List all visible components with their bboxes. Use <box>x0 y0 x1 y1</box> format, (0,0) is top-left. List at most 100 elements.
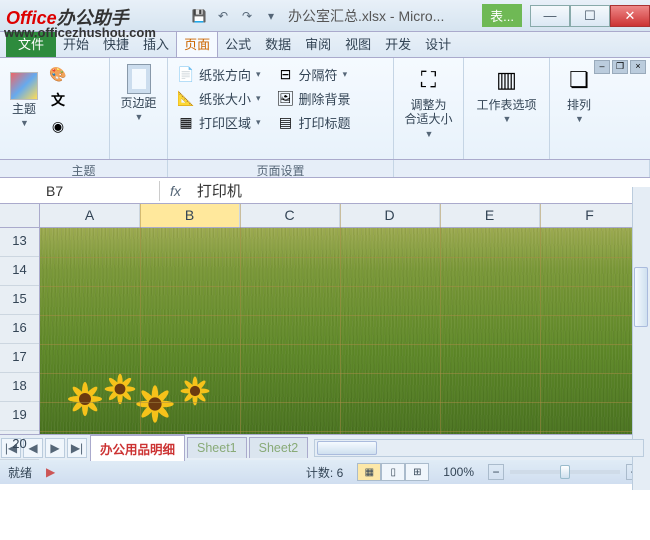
col-header[interactable]: C <box>240 204 340 227</box>
margins-icon <box>127 64 151 94</box>
ribbon: 主题 ▼ 🎨 文 ◉ 页边距 ▼ 📄纸张方向▾ 📐纸张大小▾ ▦打印区域▾ ⊟分 <box>0 58 650 160</box>
row-header[interactable]: 17 <box>0 344 39 373</box>
macro-record-icon[interactable]: ▶ <box>46 465 55 479</box>
wb-restore[interactable]: ❐ <box>612 60 628 74</box>
chevron-down-icon: ▼ <box>503 114 512 124</box>
view-normal-button[interactable]: ▦ <box>357 463 381 481</box>
name-box[interactable]: B7 <box>40 181 160 201</box>
group-label-page-setup: 页面设置 <box>168 160 394 177</box>
group-themes: 主题 ▼ 🎨 文 ◉ <box>0 58 110 159</box>
grid-cells[interactable]: A B C D E F <box>40 204 650 434</box>
status-ready: 就绪 <box>8 464 32 481</box>
col-header-selected[interactable]: B <box>140 204 240 227</box>
themes-icon <box>10 72 38 100</box>
orientation-button[interactable]: 📄纸张方向▾ <box>174 62 264 86</box>
print-area-button[interactable]: ▦打印区域▾ <box>174 110 264 134</box>
col-header[interactable]: F <box>540 204 640 227</box>
status-count: 计数: 6 <box>306 464 343 481</box>
themes-button[interactable]: 主题 ▼ <box>6 70 42 130</box>
fit-icon: ⛶ <box>413 64 445 96</box>
close-button[interactable]: ✕ <box>610 5 650 27</box>
breaks-icon: ⊟ <box>277 65 295 83</box>
tab-design[interactable]: 设计 <box>418 30 458 57</box>
chevron-down-icon: ▼ <box>575 114 584 124</box>
row-header[interactable]: 19 <box>0 402 39 431</box>
sunflower-icon <box>139 388 172 421</box>
tab-pagelayout[interactable]: 页面 <box>176 29 218 57</box>
zoom-slider[interactable] <box>510 470 620 474</box>
tab-review[interactable]: 审阅 <box>298 30 338 57</box>
sunflower-icon <box>107 376 134 403</box>
tab-data[interactable]: 数据 <box>258 30 298 57</box>
scrollbar-thumb[interactable] <box>317 441 377 455</box>
qat-dropdown-icon[interactable]: ▾ <box>262 7 280 25</box>
zoom-level[interactable]: 100% <box>443 465 474 479</box>
zoom-slider-thumb[interactable] <box>560 465 570 479</box>
theme-colors-button[interactable]: 🎨 <box>46 62 70 86</box>
row-header[interactable]: 18 <box>0 373 39 402</box>
row-header[interactable]: 16 <box>0 315 39 344</box>
theme-fonts-button[interactable]: 文 <box>46 88 70 112</box>
select-all-corner[interactable] <box>0 204 39 228</box>
formula-bar: B7 fx 打印机 <box>0 178 650 204</box>
col-header[interactable]: A <box>40 204 140 227</box>
group-label-themes: 主题 <box>0 160 168 177</box>
print-titles-button[interactable]: ▤打印标题 <box>274 110 354 134</box>
fx-icon[interactable]: fx <box>160 183 191 199</box>
group-sheet-options: ▥ 工作表选项 ▼ <box>464 58 550 159</box>
view-page-layout-button[interactable]: ▯ <box>381 463 405 481</box>
sheet-nav-last[interactable]: ▶| <box>67 438 87 458</box>
group-margins: 页边距 ▼ <box>110 58 168 159</box>
size-button[interactable]: 📐纸张大小▾ <box>174 86 264 110</box>
ribbon-group-labels: 主题 页面设置 <box>0 160 650 178</box>
col-header[interactable]: D <box>340 204 440 227</box>
quick-access-toolbar: 💾 ↶ ↷ ▾ <box>190 7 280 25</box>
sheet-tab-active[interactable]: 办公用品明细 <box>90 435 185 461</box>
sheet-nav-next[interactable]: ▶ <box>45 438 65 458</box>
sheet-tab[interactable]: Sheet2 <box>249 437 309 458</box>
theme-effects-button[interactable]: ◉ <box>46 114 70 138</box>
sheet-tab[interactable]: Sheet1 <box>187 437 247 458</box>
size-icon: 📐 <box>177 89 195 107</box>
scrollbar-thumb[interactable] <box>634 267 648 327</box>
wb-close[interactable]: × <box>630 60 646 74</box>
minimize-button[interactable]: — <box>530 5 570 27</box>
tab-view[interactable]: 视图 <box>338 30 378 57</box>
chevron-down-icon: ▼ <box>20 118 29 128</box>
redo-icon[interactable]: ↷ <box>238 7 256 25</box>
undo-icon[interactable]: ↶ <box>214 7 232 25</box>
group-scale-to-fit: ⛶ 调整为合适大小 ▼ <box>394 58 464 159</box>
worksheet-grid[interactable]: 13 14 15 16 17 18 19 20 A B C D E F <box>0 204 650 434</box>
formula-value[interactable]: 打印机 <box>191 178 650 203</box>
window-title: 办公室汇总.xlsx - Micro... <box>288 6 444 26</box>
row-header[interactable]: 15 <box>0 286 39 315</box>
scale-to-fit-button[interactable]: ⛶ 调整为合适大小 ▼ <box>400 62 457 141</box>
col-header[interactable]: E <box>440 204 540 227</box>
maximize-button[interactable]: ☐ <box>570 5 610 27</box>
themes-label: 主题 <box>12 102 36 116</box>
arrange-button[interactable]: ❏ 排列 ▼ <box>556 62 602 126</box>
breaks-button[interactable]: ⊟分隔符▾ <box>274 62 354 86</box>
horizontal-scrollbar[interactable] <box>314 439 644 457</box>
view-buttons: ▦ ▯ ⊞ <box>357 463 429 481</box>
group-page-setup: 📄纸张方向▾ 📐纸张大小▾ ▦打印区域▾ ⊟分隔符▾ 🖼删除背景 ▤打印标题 <box>168 58 394 159</box>
zoom-out-button[interactable]: − <box>488 464 504 480</box>
margins-button[interactable]: 页边距 ▼ <box>116 62 161 124</box>
view-page-break-button[interactable]: ⊞ <box>405 463 429 481</box>
column-headers: A B C D E F <box>40 204 650 228</box>
background-icon: 🖼 <box>277 89 295 107</box>
sheet-options-button[interactable]: ▥ 工作表选项 ▼ <box>470 62 543 126</box>
row-header[interactable]: 20 <box>0 431 39 460</box>
contextual-tab-label[interactable]: 表... <box>482 4 522 27</box>
row-header[interactable]: 14 <box>0 257 39 286</box>
chevron-down-icon: ▼ <box>135 112 144 122</box>
group-arrange: ❏ 排列 ▼ <box>550 58 608 159</box>
tab-developer[interactable]: 开发 <box>378 30 418 57</box>
chevron-down-icon: ▼ <box>425 129 434 139</box>
effects-icon: ◉ <box>49 117 67 135</box>
save-icon[interactable]: 💾 <box>190 7 208 25</box>
tab-formulas[interactable]: 公式 <box>218 30 258 57</box>
delete-background-button[interactable]: 🖼删除背景 <box>274 86 354 110</box>
orientation-icon: 📄 <box>177 65 195 83</box>
row-header[interactable]: 13 <box>0 228 39 257</box>
